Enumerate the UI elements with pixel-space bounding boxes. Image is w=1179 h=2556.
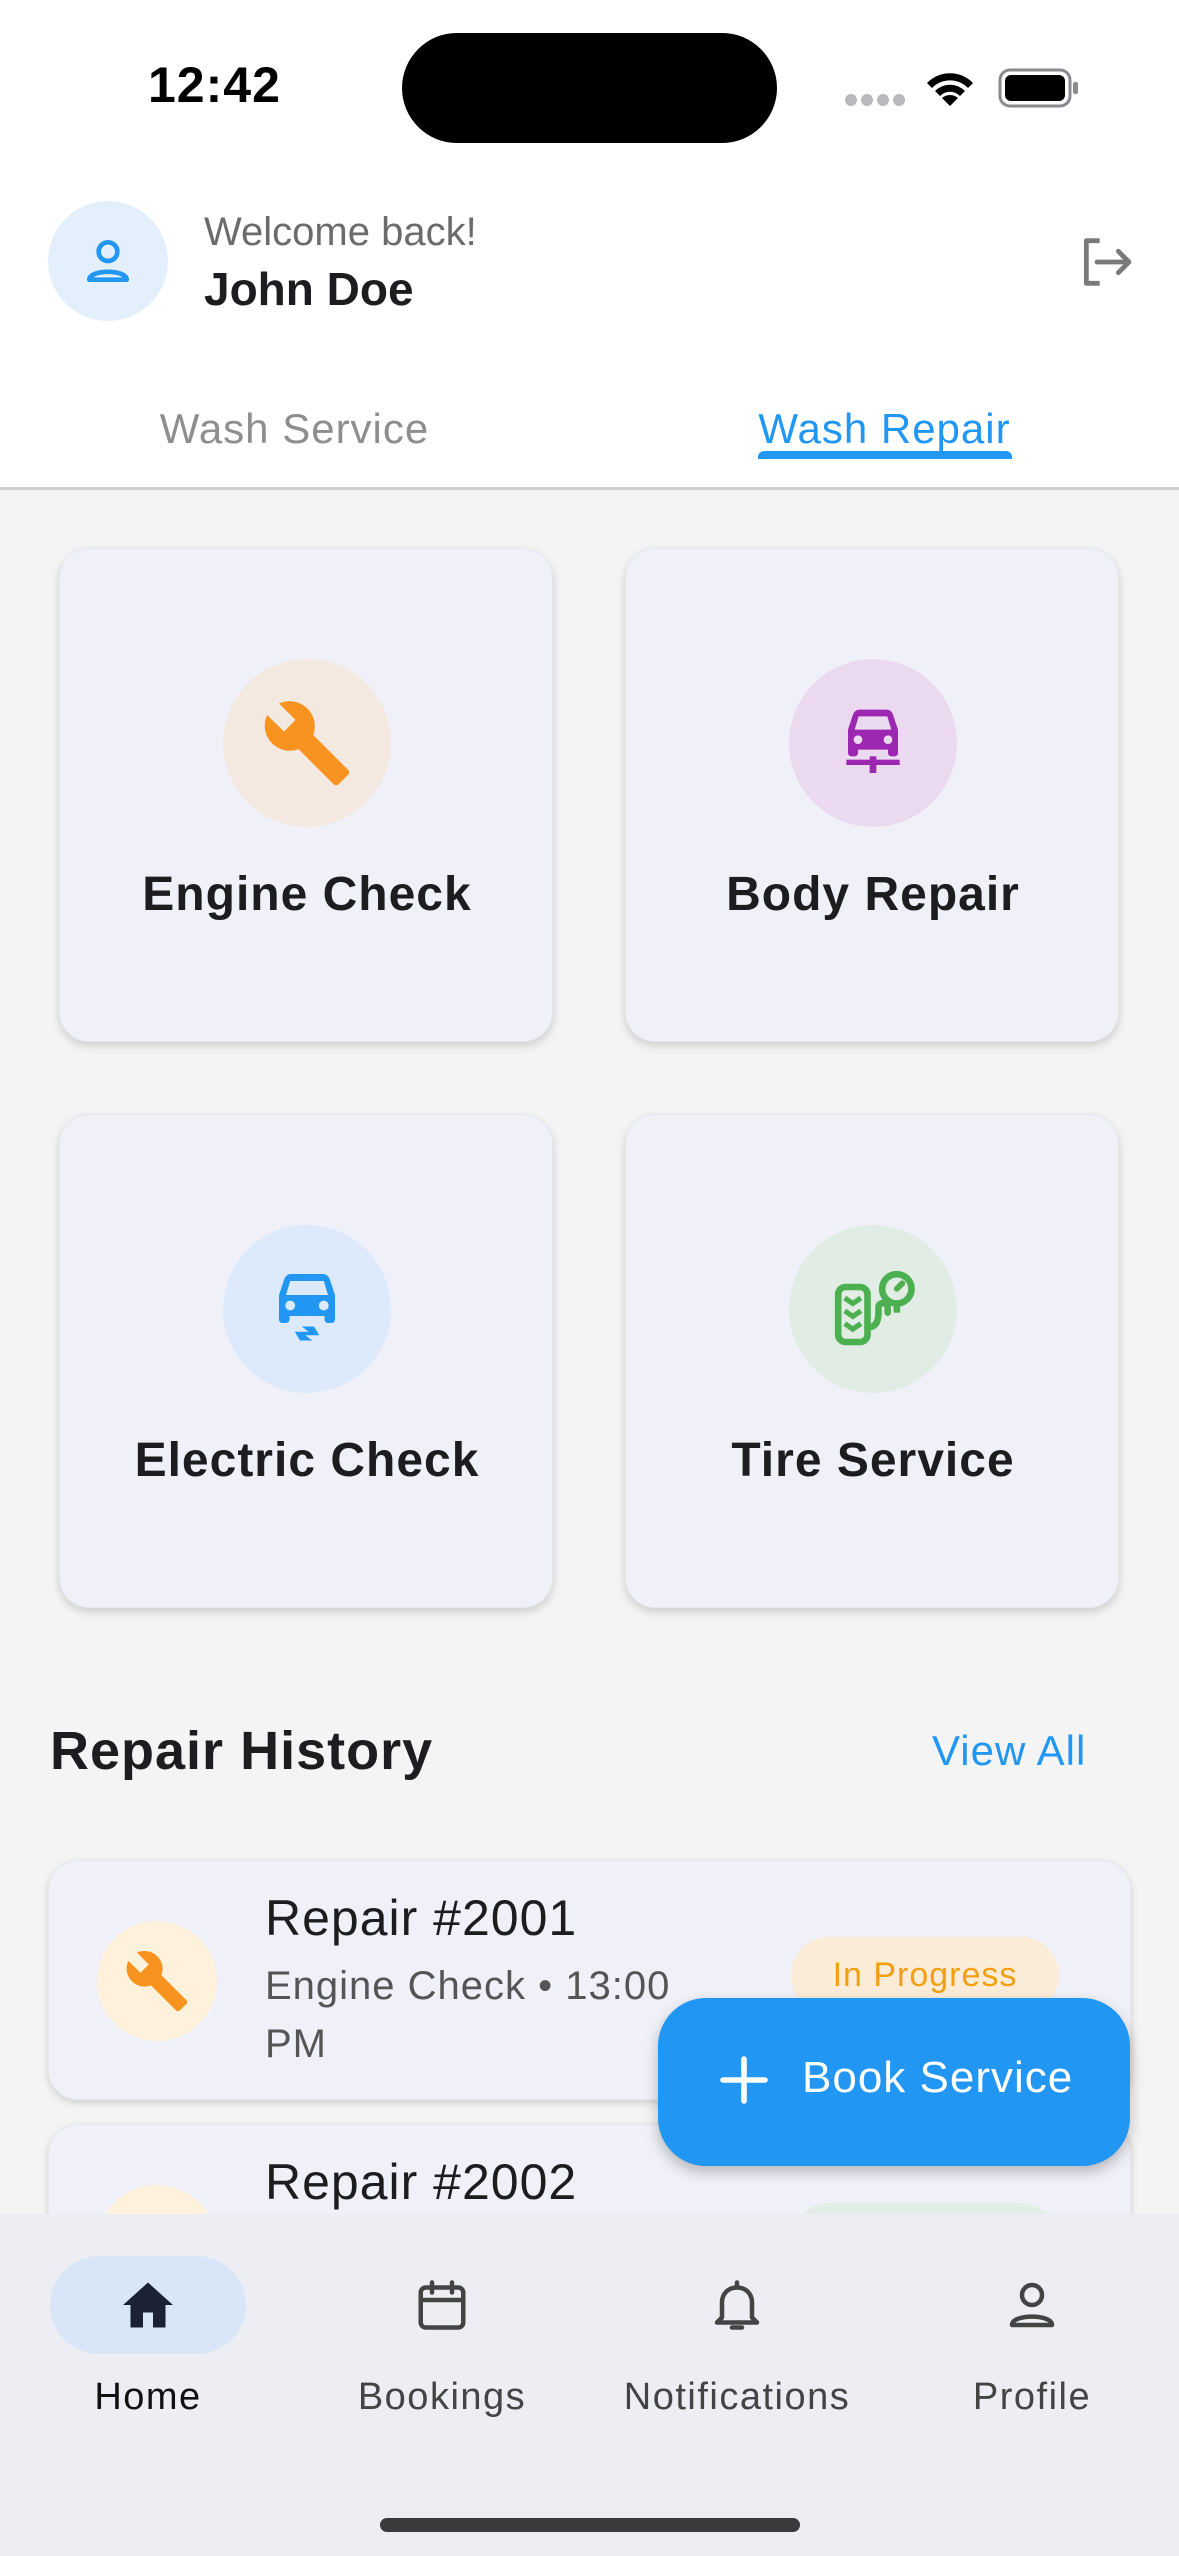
service-title: Body Repair: [726, 868, 1020, 921]
wrench-icon: [126, 1951, 188, 2012]
plus-icon: [720, 2056, 768, 2104]
wifi-icon: [927, 73, 973, 106]
service-card-tire-service[interactable]: Tire Service: [625, 1114, 1119, 1608]
person-icon: [87, 240, 129, 282]
nav-label: Profile: [972, 2376, 1092, 2418]
book-service-label: Book Service: [802, 2053, 1074, 2102]
app-header: Welcome back! John Doe Wash Service Wash…: [0, 170, 1179, 490]
status-time: 12:42: [148, 57, 281, 113]
active-tab-indicator: [758, 451, 1012, 459]
icon-circle: [789, 1225, 957, 1393]
nav-label: Home: [94, 2376, 202, 2418]
battery-icon: [998, 68, 1078, 108]
service-card-engine-check[interactable]: Engine Check: [59, 548, 553, 1042]
user-name: John Doe: [204, 263, 414, 315]
logout-icon[interactable]: [1070, 230, 1140, 294]
nav-item-profile[interactable]: Profile: [902, 2256, 1162, 2426]
calendar-icon: [418, 2280, 466, 2330]
nav-item-notifications[interactable]: Notifications: [607, 2256, 867, 2426]
view-all-link[interactable]: View All: [932, 1727, 1086, 1775]
service-title: Engine Check: [142, 868, 472, 921]
home-icon: [123, 2282, 173, 2328]
service-tabs: Wash Service Wash Repair: [0, 370, 1179, 490]
bell-icon: [714, 2280, 760, 2330]
history-title: Repair #2001: [265, 1890, 578, 1946]
nav-label: Notifications: [623, 2376, 851, 2418]
history-title: Repair #2002: [265, 2154, 578, 2210]
cellular-signal-icon: [845, 94, 905, 106]
tire-pressure-icon: [834, 1270, 915, 1346]
nav-item-home[interactable]: Home: [18, 2256, 278, 2426]
home-indicator[interactable]: [380, 2518, 800, 2532]
icon-circle: [789, 659, 957, 827]
car-repair-icon: [846, 709, 900, 773]
bottom-navigation: Home Bookings Notifications Profile: [0, 2214, 1179, 2556]
nav-label: Bookings: [357, 2376, 527, 2418]
tab-wash-repair[interactable]: Wash Repair: [590, 370, 1179, 487]
wrench-icon: [264, 701, 350, 786]
service-title: Tire Service: [731, 1434, 1015, 1487]
nav-item-bookings[interactable]: Bookings: [312, 2256, 572, 2426]
service-title: Electric Check: [134, 1434, 480, 1487]
book-service-button[interactable]: Book Service: [658, 1998, 1130, 2166]
repair-history-title: Repair History: [50, 1721, 434, 1781]
service-card-electric-check[interactable]: Electric Check: [59, 1114, 553, 1608]
status-bar: 12:42: [0, 0, 1179, 170]
welcome-text: Welcome back!: [204, 210, 477, 254]
avatar[interactable]: [48, 201, 168, 321]
tab-wash-service[interactable]: Wash Service: [0, 370, 589, 487]
icon-circle: [223, 659, 391, 827]
history-icon-circle: [97, 1921, 217, 2041]
service-card-body-repair[interactable]: Body Repair: [625, 548, 1119, 1042]
dynamic-island: [402, 33, 777, 143]
person-icon: [1009, 2282, 1055, 2328]
icon-circle: [223, 1225, 391, 1393]
electric-car-icon: [279, 1274, 335, 1341]
